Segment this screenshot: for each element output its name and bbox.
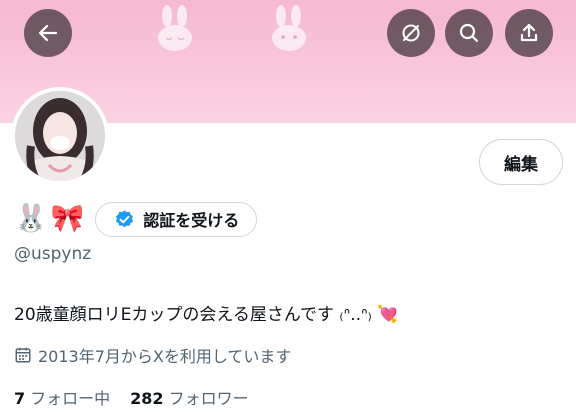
edit-profile-button[interactable]: 編集 — [479, 139, 563, 185]
get-verified-label: 認証を受ける — [143, 211, 240, 230]
bunny-emoji: 🐰 — [14, 203, 48, 234]
search-icon — [459, 23, 479, 43]
ribbon-emoji: 🎀 — [50, 203, 85, 234]
username-handle: @uspynz — [14, 244, 92, 264]
calendar-icon — [15, 347, 31, 363]
display-name: 🐰 🎀 認証を受ける — [14, 201, 258, 237]
verified-badge-icon — [116, 209, 134, 227]
followers-count[interactable]: 282 — [130, 389, 163, 408]
arrow-left-icon — [38, 24, 58, 42]
followers-label[interactable]: フォロワー — [169, 385, 249, 409]
bunny-decoration-icon — [272, 5, 306, 51]
get-verified-button[interactable]: 認証を受ける — [95, 201, 258, 237]
share-upload-icon — [520, 23, 538, 42]
avatar[interactable] — [11, 87, 109, 185]
bunny-decoration-icon — [158, 5, 192, 51]
profile-photo — [15, 91, 105, 181]
share-button[interactable] — [505, 9, 553, 57]
slashed-circle-icon — [402, 24, 420, 42]
join-date-text: 2013年7月からXを利用しています — [38, 347, 292, 366]
join-date: 2013年7月からXを利用しています — [14, 343, 291, 367]
back-button[interactable] — [24, 9, 72, 57]
following-label[interactable]: フォロー中 — [30, 385, 110, 409]
search-button[interactable] — [445, 9, 493, 57]
profile-bio: 20歳童顔ロリEカップの会える屋さんです ₍ᐢ..ᐢ₎ 💘 — [14, 305, 399, 325]
following-count[interactable]: 7 — [14, 389, 25, 408]
unmute-button[interactable] — [387, 9, 435, 57]
follow-stats: 7 フォロー中 282 フォロワー — [14, 385, 269, 409]
